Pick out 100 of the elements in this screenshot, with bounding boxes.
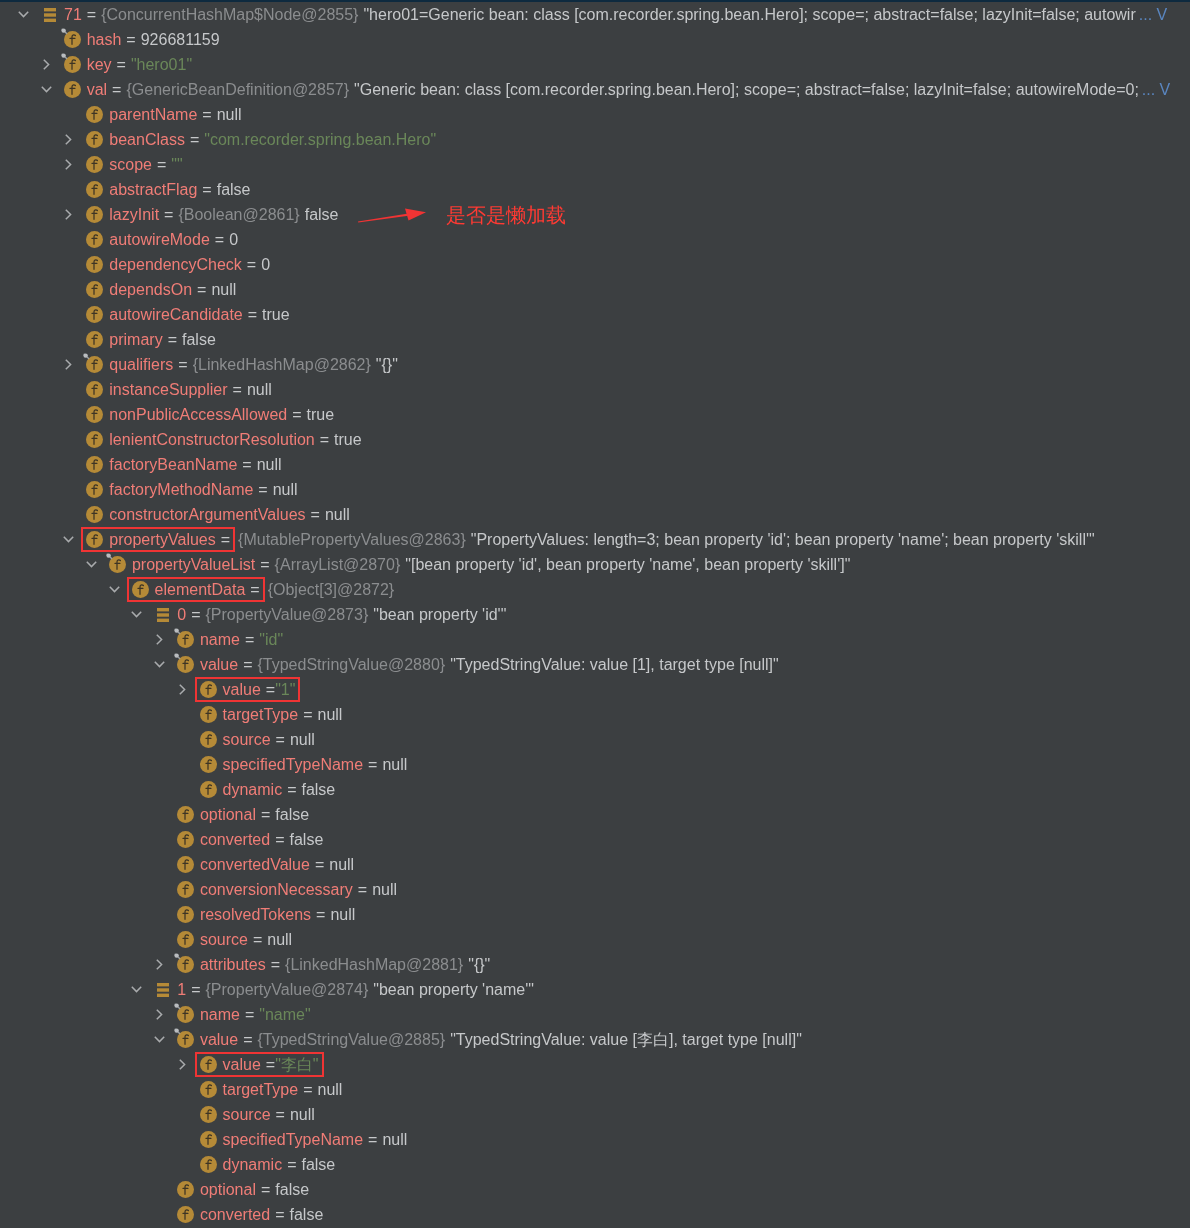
chevron-right-icon[interactable] — [178, 684, 186, 695]
field-icon — [86, 531, 104, 548]
field-name: value — [199, 654, 239, 675]
chevron-right-icon[interactable] — [65, 359, 73, 370]
field-value: "TypedStringValue: value [李白], target type [null]" — [450, 1029, 802, 1050]
field-icon — [176, 881, 194, 898]
chevron-down-icon[interactable] — [153, 661, 165, 668]
chevron-down-icon[interactable] — [63, 536, 75, 543]
chevron-down-icon[interactable] — [131, 986, 143, 993]
field-name: source — [222, 1104, 271, 1125]
field-icon — [176, 831, 194, 848]
chevron-right-icon[interactable] — [155, 959, 163, 970]
type-label: {Object[3]@2872} — [267, 579, 395, 600]
field-name: value — [222, 1054, 261, 1075]
field-icon — [86, 506, 104, 523]
chevron-down-icon[interactable] — [85, 561, 97, 568]
field-icon — [86, 131, 104, 148]
equals-sign: = — [167, 329, 177, 350]
field-value: null — [372, 879, 398, 900]
type-label: {LinkedHashMap@2862} — [192, 354, 371, 375]
equals-sign: = — [189, 129, 200, 150]
field-name: optional — [199, 804, 256, 825]
field-value: true — [306, 404, 335, 425]
field-value: "hero01" — [130, 54, 193, 75]
field-icon — [86, 381, 104, 398]
field-value: "" — [171, 154, 183, 175]
field-name: scope — [109, 154, 152, 175]
field-icon — [86, 456, 104, 473]
field-value: true — [262, 304, 290, 325]
field-name: dynamic — [222, 779, 283, 800]
equals-sign: = — [275, 829, 285, 850]
field-name: lenientConstructorResolution — [109, 429, 315, 450]
field-icon — [199, 1131, 217, 1148]
field-name: factoryMethodName — [109, 479, 254, 500]
field-value: false — [289, 829, 324, 850]
chevron-down-icon[interactable] — [108, 586, 120, 593]
field-value: null — [272, 479, 298, 500]
field-icon — [86, 406, 104, 423]
field-icon — [199, 681, 217, 698]
field-value: null — [267, 929, 293, 950]
field-icon — [86, 231, 104, 248]
view-link[interactable]: ... V — [1141, 77, 1171, 102]
field-value: null — [289, 1104, 315, 1125]
field-value: "{}" — [468, 954, 491, 975]
equals-sign: = — [243, 654, 253, 675]
field-name: beanClass — [109, 129, 185, 150]
field-name: instanceSupplier — [109, 379, 228, 400]
field-icon — [86, 306, 104, 323]
equals-sign: = — [368, 1129, 378, 1150]
equals-sign: = — [252, 929, 263, 950]
field-name: qualifiers — [109, 354, 174, 375]
field-icon — [176, 1181, 194, 1198]
field-name: dependsOn — [109, 279, 193, 300]
chevron-right-icon[interactable] — [155, 1009, 163, 1020]
field-value: "id" — [259, 629, 284, 650]
chevron-right-icon[interactable] — [178, 1059, 186, 1070]
field-value: "Generic bean: class [com.recorder.spring.bean.Hero]; scope=; abstract=false; lazyInit=false; autowireMode=0; — [354, 79, 1139, 100]
field-value: false — [289, 1204, 324, 1225]
equals-sign: = — [260, 804, 271, 825]
chevron-right-icon[interactable] — [65, 159, 73, 170]
chevron-down-icon[interactable] — [40, 86, 52, 93]
field-value: "bean property 'name'" — [373, 979, 534, 1000]
field-value: "1" — [275, 679, 296, 700]
type-label: {TypedStringValue@2885} — [257, 1029, 446, 1050]
equals-sign: = — [368, 754, 378, 775]
equals-sign: = — [303, 704, 313, 725]
field-value: null — [329, 854, 355, 875]
field-name: primary — [109, 329, 163, 350]
field-name: propertyValues — [109, 529, 216, 550]
equals-sign: = — [214, 229, 225, 250]
field-icon — [86, 206, 104, 223]
chevron-down-icon[interactable] — [18, 11, 29, 18]
view-link[interactable]: ... V — [1138, 2, 1168, 27]
chevron-right-icon[interactable] — [42, 59, 50, 70]
field-name: hash — [86, 29, 122, 50]
chevron-right-icon[interactable] — [65, 209, 73, 220]
field-value: true — [334, 429, 362, 450]
type-label: {ArrayList@2870} — [274, 554, 401, 575]
field-name: source — [199, 929, 248, 950]
field-icon — [199, 1156, 217, 1173]
field-icon — [86, 331, 104, 348]
equals-sign: = — [275, 729, 285, 750]
equals-sign: = — [287, 1154, 297, 1175]
field-name: propertyValueList — [131, 554, 256, 575]
annotation-arrow — [358, 206, 427, 223]
chevron-down-icon[interactable] — [153, 1036, 165, 1043]
equals-sign: = — [247, 304, 258, 325]
equals-sign: = — [116, 54, 126, 75]
field-value: "hero01=Generic bean: class [com.recorder.spring.bean.Hero]; scope=; abstract=false; lazyInit=false; autowir — [363, 4, 1136, 25]
chevron-right-icon[interactable] — [155, 634, 163, 645]
field-value: "bean property 'id'" — [373, 604, 507, 625]
field-value: null — [382, 1129, 408, 1150]
equals-sign: = — [191, 604, 201, 625]
field-value: null — [324, 504, 350, 525]
field-name: converted — [199, 829, 271, 850]
chevron-right-icon[interactable] — [65, 134, 73, 145]
field-name: key — [86, 54, 112, 75]
equals-sign: = — [202, 104, 212, 125]
type-label: {GenericBeanDefinition@2857} — [126, 79, 350, 100]
chevron-down-icon[interactable] — [131, 611, 143, 618]
